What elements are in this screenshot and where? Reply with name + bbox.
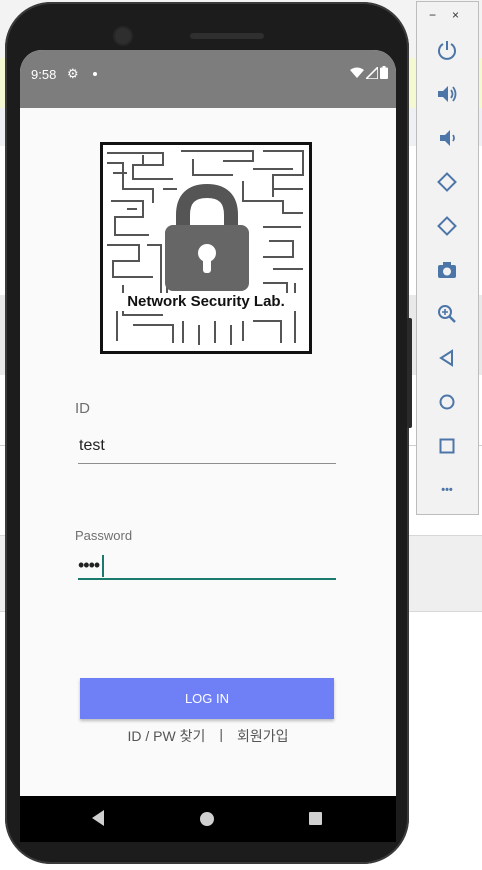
power-button[interactable]: [433, 36, 461, 64]
circuit-maze-pattern: [107, 150, 304, 345]
back-button[interactable]: [433, 344, 461, 372]
rotate-left-button[interactable]: [433, 168, 461, 196]
settings-gear-icon: ⚙: [67, 66, 79, 81]
password-label: Password: [75, 528, 133, 543]
power-icon: [438, 41, 456, 60]
id-input-underline: [78, 463, 336, 464]
signal-icon: [366, 66, 378, 79]
earpiece-speaker: [190, 33, 264, 39]
password-input[interactable]: ••••: [78, 555, 100, 576]
link-separator: |: [219, 726, 223, 742]
front-camera: [115, 28, 131, 44]
volume-down-icon: [440, 130, 455, 146]
password-input-underline: [78, 578, 336, 580]
network-security-lab-logo: Network Security Lab.: [100, 142, 312, 354]
status-bar: 9:58 ⚙: [20, 50, 396, 108]
more-icon[interactable]: •••: [433, 476, 461, 504]
notification-dot-icon: [93, 72, 97, 76]
volume-down-button[interactable]: [433, 124, 461, 152]
status-time: 9:58: [31, 67, 57, 82]
minimize-icon[interactable]: −: [429, 8, 436, 22]
overview-icon: [439, 438, 455, 454]
zoom-button[interactable]: [433, 300, 461, 328]
rotate-right-icon: [437, 216, 457, 236]
volume-up-icon: [438, 86, 457, 102]
home-icon: [439, 394, 455, 410]
emulator-toolbar: − × •••: [416, 1, 479, 515]
account-links: ID / PW 찾기 | 회원가입: [20, 726, 396, 746]
wifi-icon: [350, 67, 364, 78]
signup-link[interactable]: 회원가입: [237, 726, 289, 746]
navigation-bar: [20, 796, 396, 842]
phone-screen: 9:58 ⚙ Network Security Lab. ID test Pas…: [20, 50, 396, 796]
zoom-icon: [438, 305, 456, 323]
screenshot-button[interactable]: [433, 256, 461, 284]
back-icon: [439, 349, 453, 367]
back-icon[interactable]: [90, 809, 106, 827]
logo-text: Network Security Lab.: [103, 293, 309, 311]
camera-icon: [438, 262, 456, 278]
overview-button[interactable]: [433, 432, 461, 460]
status-icons: [350, 66, 388, 79]
window-controls: − ×: [429, 8, 459, 22]
login-button[interactable]: LOG IN: [80, 678, 334, 719]
home-button[interactable]: [433, 388, 461, 416]
volume-up-button[interactable]: [433, 80, 461, 108]
text-cursor: [102, 555, 104, 577]
recent-apps-icon[interactable]: [309, 812, 322, 825]
rotate-right-button[interactable]: [433, 212, 461, 240]
home-icon[interactable]: [200, 812, 214, 826]
rotate-left-icon: [437, 172, 457, 192]
close-icon[interactable]: ×: [452, 8, 459, 22]
find-id-pw-link[interactable]: ID / PW 찾기: [127, 726, 205, 746]
id-input[interactable]: test: [79, 437, 105, 455]
battery-icon: [380, 66, 388, 79]
id-label: ID: [75, 400, 90, 417]
phone-side-button[interactable]: [407, 318, 412, 428]
